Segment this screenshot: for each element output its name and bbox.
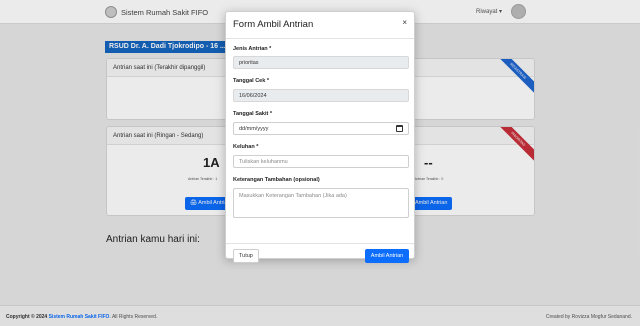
additional-notes-label: Keterangan Tambahan (opsional) <box>233 177 320 183</box>
modal-title: Form Ambil Antrian <box>233 19 314 30</box>
queue-type-label: Jenis Antrian * <box>233 46 272 52</box>
sick-date-placeholder: dd/mm/yyyy <box>239 125 269 132</box>
sick-date-label: Tanggal Sakit * <box>233 111 273 117</box>
modal-footer <box>226 243 414 244</box>
additional-notes-input[interactable] <box>233 188 409 218</box>
sick-date-input[interactable]: dd/mm/yyyy <box>233 122 409 135</box>
take-queue-modal: Form Ambil Antrian × Jenis Antrian * Tan… <box>225 11 415 263</box>
take-queue-submit-button[interactable]: Ambil Antrian <box>365 249 409 263</box>
close-icon[interactable]: × <box>402 18 407 27</box>
complaint-label: Keluhan * <box>233 144 259 150</box>
modal-header: Form Ambil Antrian × <box>226 12 414 39</box>
check-date-field[interactable] <box>233 89 409 102</box>
check-date-label: Tanggal Cek * <box>233 78 269 84</box>
complaint-input[interactable] <box>233 155 409 168</box>
queue-type-field[interactable] <box>233 56 409 69</box>
close-button[interactable]: Tutup <box>233 249 259 263</box>
calendar-icon[interactable] <box>396 125 403 132</box>
